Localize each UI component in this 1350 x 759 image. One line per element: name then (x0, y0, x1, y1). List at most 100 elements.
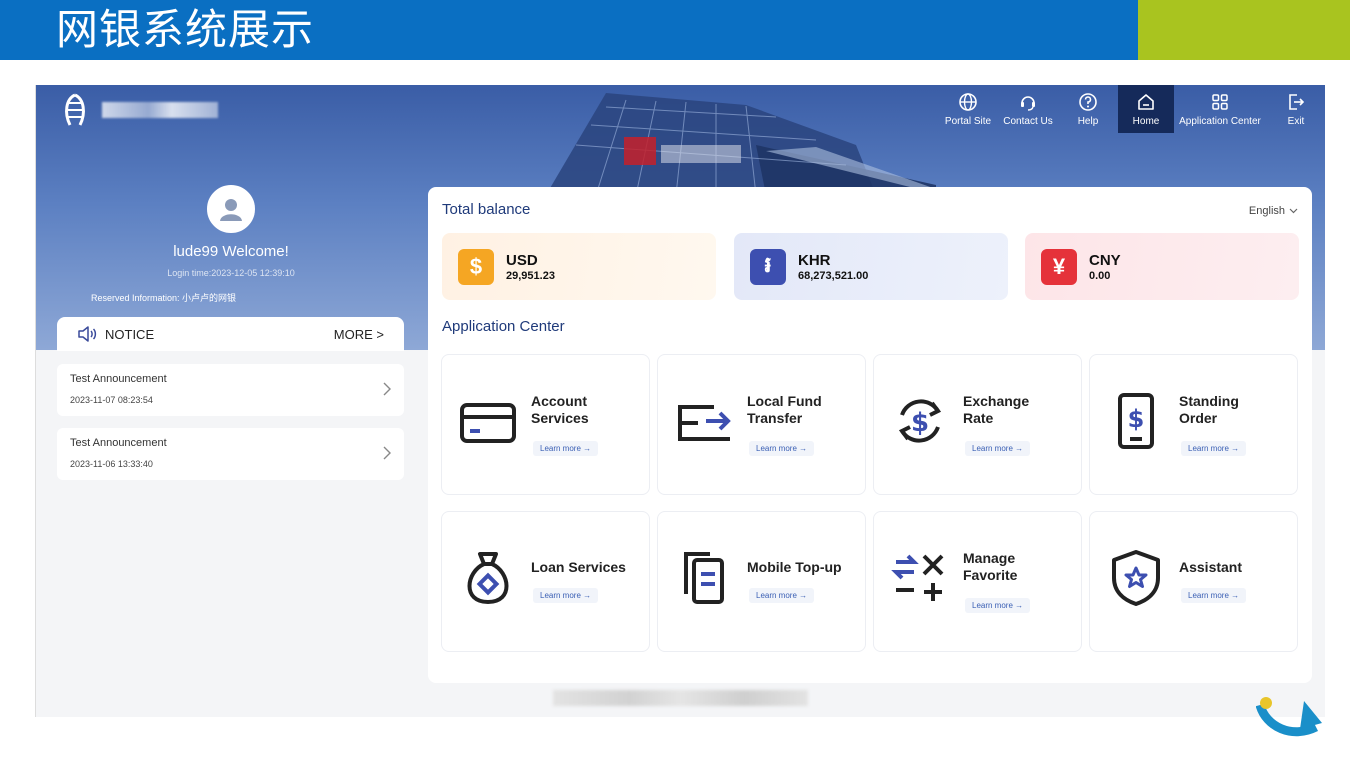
documents-icon (684, 552, 724, 604)
globe-icon (959, 92, 977, 111)
avatar[interactable] (207, 185, 255, 233)
app-card-exchange-rate[interactable]: $ Exchange Rate Learn more → (873, 354, 1082, 495)
yuan-icon: ¥ (1041, 248, 1077, 285)
nav-application-center[interactable]: Application Center (1174, 85, 1266, 133)
svg-text:$: $ (911, 408, 929, 438)
app-card-manage-favorite[interactable]: Manage Favorite Learn more → (873, 511, 1082, 652)
shield-star-icon (1112, 550, 1160, 606)
svg-text:$: $ (1128, 405, 1145, 433)
calculator-icon (891, 554, 944, 601)
speaker-icon (78, 326, 97, 342)
bank-logo (58, 93, 218, 127)
bank-emblem-icon (65, 93, 85, 126)
learn-more-button[interactable]: Learn more → (749, 588, 815, 603)
riel-icon: ៛ (750, 248, 786, 285)
footer-blurred-text (553, 690, 808, 706)
app-title-line2: Rate (963, 410, 994, 426)
learn-more-button[interactable]: Learn more → (1181, 441, 1247, 456)
currency-amount: 29,951.23 (506, 269, 555, 282)
learn-more-button[interactable]: Learn more → (749, 441, 815, 456)
app-title-line1: Standing (1179, 393, 1239, 409)
exit-icon (1289, 93, 1305, 110)
app-card-account-services[interactable]: Account Services Learn more → (441, 354, 650, 495)
currency-amount: 0.00 (1089, 269, 1111, 282)
notice-more-link[interactable]: MORE > (334, 327, 384, 342)
nav-label: Contact Us (1003, 115, 1053, 127)
title-banner: 网银系统展示 (0, 0, 1138, 60)
learn-more-button[interactable]: Learn more → (533, 441, 599, 456)
app-title-line1: Local Fund (747, 393, 822, 409)
dollar-icon: $ (458, 248, 494, 285)
app-title-line1: Manage (963, 550, 1016, 566)
bank-name-blurred (102, 102, 218, 118)
home-icon (1138, 93, 1154, 110)
currency-code: KHR (798, 251, 831, 269)
app-title-line1: Exchange (963, 393, 1030, 409)
transfer-icon (678, 405, 731, 441)
language-select[interactable]: English (1249, 205, 1298, 217)
welcome-text: lude99 Welcome! (173, 243, 289, 260)
app-card-local-fund-transfer[interactable]: Local Fund Transfer Learn more → (657, 354, 866, 495)
total-balance-title: Total balance (442, 201, 531, 218)
banking-screenshot: Portal Site Contact Us Help Home Applica… (35, 85, 1325, 717)
login-time: Login time:2023-12-05 12:39:10 (167, 268, 295, 278)
announcement-date: 2023-11-06 13:33:40 (70, 459, 153, 469)
app-card-assistant[interactable]: Assistant Learn more → (1089, 511, 1298, 652)
nav-label: Exit (1287, 115, 1305, 127)
nav-home[interactable]: Home (1118, 85, 1174, 133)
headset-icon (1021, 95, 1035, 111)
nav-label: Application Center (1179, 115, 1261, 127)
announcement-title: Test Announcement (70, 437, 167, 449)
card-icon (460, 403, 516, 443)
grid-icon (1212, 93, 1228, 110)
user-info: lude99 Welcome! Login time:2023-12-05 12… (36, 185, 426, 278)
user-icon (220, 199, 242, 221)
app-title-line2: Services (531, 410, 589, 426)
learn-more-button[interactable]: Learn more → (965, 598, 1031, 613)
app-title-line1: Mobile Top-up (747, 559, 842, 575)
app-card-standing-order[interactable]: $ Standing Order Learn more → (1089, 354, 1298, 495)
chevron-right-icon (383, 382, 391, 396)
app-title-line1: Account (531, 393, 587, 409)
announcement-title: Test Announcement (70, 373, 167, 385)
nav-label: Help (1077, 115, 1099, 127)
learn-more-button[interactable]: Learn more → (533, 588, 599, 603)
announcement-date: 2023-11-07 08:23:54 (70, 395, 153, 405)
app-title-line1: Assistant (1179, 559, 1243, 575)
help-icon (1079, 92, 1097, 111)
nav-exit[interactable]: Exit (1266, 85, 1325, 133)
exchange-icon: $ (898, 399, 942, 443)
learn-more-button[interactable]: Learn more → (965, 441, 1031, 456)
banner-accent (1138, 0, 1350, 60)
slide: 网银系统展示 Portal Site Contact Us Help Home … (0, 0, 1350, 759)
nav-contact-us[interactable]: Contact Us (998, 85, 1058, 133)
notice-header: NOTICE MORE > (57, 317, 404, 351)
announcement-item[interactable]: Test Announcement 2023-11-06 13:33:40 (57, 428, 404, 480)
moneybag-icon (467, 552, 509, 605)
currency-amount: 68,273,521.00 (798, 269, 869, 282)
nav-help[interactable]: Help (1058, 85, 1118, 133)
balance-card-khr[interactable]: ៛ KHR 68,273,521.00 (734, 233, 1008, 300)
application-center-title: Application Center (442, 318, 565, 335)
currency-code: CNY (1089, 251, 1121, 269)
balance-card-usd[interactable]: $ USD 29,951.23 (442, 233, 716, 300)
language-value: English (1248, 205, 1285, 217)
nav-portal-site[interactable]: Portal Site (938, 85, 998, 133)
app-card-loan-services[interactable]: Loan Services Learn more → (441, 511, 650, 652)
top-navigation: Portal Site Contact Us Help Home Applica… (938, 85, 1325, 133)
app-title-line2: Favorite (963, 567, 1018, 583)
notice-label: NOTICE (105, 326, 155, 342)
chevron-right-icon (383, 446, 391, 460)
currency-code: USD (506, 251, 538, 269)
phone-dollar-icon: $ (1118, 393, 1154, 449)
main-panel: Total balance English $ USD 29,951.23 ៛ … (428, 187, 1312, 683)
app-title-line1: Loan Services (531, 559, 626, 575)
reserved-information: Reserved Information: 小卢卢的网银 (91, 293, 237, 303)
learn-more-button[interactable]: Learn more → (1181, 588, 1247, 603)
corner-logo-icon (1256, 697, 1322, 737)
nav-label: Home (1132, 115, 1160, 127)
announcement-item[interactable]: Test Announcement 2023-11-07 08:23:54 (57, 364, 404, 416)
app-card-mobile-top-up[interactable]: Mobile Top-up Learn more → (657, 511, 866, 652)
balance-card-cny[interactable]: ¥ CNY 0.00 (1025, 233, 1299, 300)
slide-title: 网银系统展示 (56, 5, 315, 54)
